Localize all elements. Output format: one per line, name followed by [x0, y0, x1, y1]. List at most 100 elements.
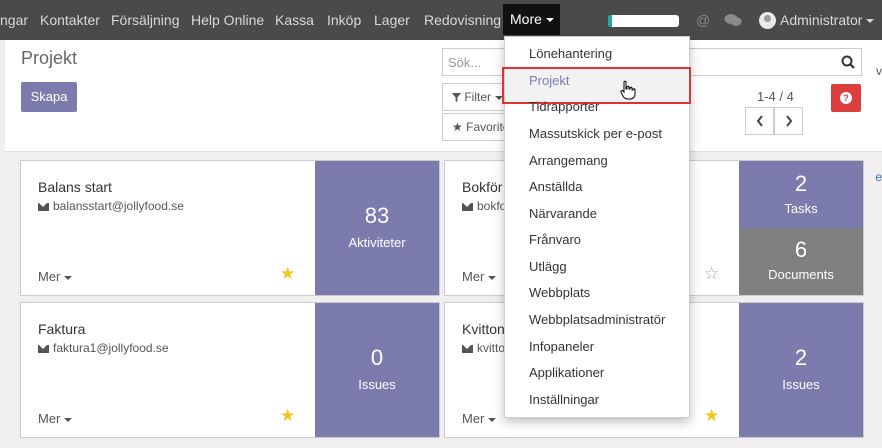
- more-dropdown[interactable]: Mer: [462, 269, 497, 284]
- stat-label: Tasks: [784, 201, 818, 216]
- stat-label: Documents: [768, 267, 834, 282]
- nav-item-help-online[interactable]: Help Online: [191, 0, 264, 40]
- favorite-star-icon[interactable]: ★: [704, 407, 719, 424]
- search-icon[interactable]: [841, 55, 855, 69]
- project-card[interactable]: Balans start balansstart@jollyfood.se Me…: [20, 160, 440, 296]
- documents-stat-button[interactable]: 6 Documents: [739, 228, 863, 295]
- nav-item-inventory[interactable]: Lager: [374, 0, 410, 40]
- hand-cursor-icon: [620, 80, 636, 100]
- user-avatar-icon[interactable]: [759, 12, 776, 29]
- project-email-text: faktura1@jollyfood.se: [53, 341, 169, 355]
- stat-value: 2: [794, 345, 808, 370]
- project-name: Faktura: [38, 321, 86, 337]
- edge-text: v: [876, 64, 882, 78]
- caret-down-icon: [488, 417, 497, 422]
- more-label: Mer: [462, 269, 485, 284]
- more-menu-button[interactable]: More: [503, 4, 560, 35]
- nav-item-settings-partial[interactable]: ngar: [0, 0, 28, 40]
- menu-item-events[interactable]: Arrangemang: [529, 153, 608, 168]
- envelope-icon: [462, 202, 473, 211]
- more-menu-label: More: [510, 11, 542, 27]
- more-dropdown[interactable]: Mer: [38, 411, 73, 426]
- more-label: Mer: [462, 411, 485, 426]
- progress-bar: [608, 15, 679, 27]
- caret-down-icon: [488, 275, 497, 280]
- project-email: kvitto: [462, 341, 505, 355]
- project-name: Kvitton: [462, 321, 505, 337]
- project-card[interactable]: Faktura faktura1@jollyfood.se Mer ★ 0 Is…: [20, 302, 440, 438]
- caret-down-icon: [866, 19, 875, 24]
- question-icon: ?: [840, 92, 852, 104]
- more-label: Mer: [38, 411, 61, 426]
- more-label: Mer: [38, 269, 61, 284]
- project-name: Bokför: [462, 179, 503, 195]
- stat-label: Aktiviteter: [348, 235, 406, 250]
- project-name: Balans start: [38, 179, 112, 195]
- activities-stat-button[interactable]: 83 Aktiviteter: [315, 161, 439, 295]
- menu-item-employees[interactable]: Anställda: [529, 179, 582, 194]
- progress-fill: [608, 15, 613, 27]
- help-button[interactable]: ?: [831, 84, 861, 112]
- nav-item-accounting[interactable]: Redovisning: [424, 0, 501, 40]
- pager-previous-button[interactable]: [745, 107, 774, 135]
- issues-stat-button[interactable]: 2 Issues: [739, 303, 863, 437]
- menu-item-website-admin[interactable]: Webbplatsadministratör: [529, 312, 665, 327]
- edge-text: e: [875, 170, 882, 184]
- project-email-text: balansstart@jollyfood.se: [53, 199, 184, 213]
- top-navbar: ngar Kontakter Försäljning Help Online K…: [0, 0, 882, 40]
- menu-item-apps[interactable]: Applikationer: [529, 365, 604, 380]
- filter-label: Filter: [464, 90, 492, 104]
- envelope-icon: [462, 344, 473, 353]
- nav-item-contacts[interactable]: Kontakter: [40, 0, 100, 40]
- favorite-star-icon[interactable]: ★: [280, 265, 295, 282]
- menu-item-mass-mailing[interactable]: Massutskick per e-post: [529, 126, 662, 141]
- menu-item-payroll[interactable]: Lönehantering: [529, 46, 612, 61]
- create-button[interactable]: Skapa: [21, 82, 77, 112]
- caret-down-icon: [64, 417, 73, 422]
- project-email-text: kvitto: [477, 341, 506, 355]
- envelope-icon: [38, 344, 49, 353]
- envelope-icon: [38, 202, 49, 211]
- chevron-left-icon: [756, 115, 763, 127]
- pager-value: 1-4 / 4: [757, 89, 794, 104]
- more-dropdown[interactable]: Mer: [38, 269, 73, 284]
- menu-item-dashboards[interactable]: Infopaneler: [529, 339, 594, 354]
- nav-item-purchases[interactable]: Inköp: [327, 0, 361, 40]
- at-icon[interactable]: @: [696, 0, 710, 40]
- pager-next-button[interactable]: [774, 107, 803, 135]
- chat-bubbles-icon[interactable]: [724, 13, 742, 27]
- menu-item-expenses[interactable]: Utlägg: [529, 259, 567, 274]
- caret-down-icon: [545, 18, 554, 23]
- favorites-button[interactable]: ★ Favorite: [442, 113, 512, 141]
- project-email: bokfo: [462, 199, 506, 213]
- stat-value: 0: [370, 345, 384, 370]
- user-menu[interactable]: Administrator: [780, 0, 875, 40]
- project-email: balansstart@jollyfood.se: [38, 199, 184, 213]
- menu-item-projects[interactable]: Projekt: [529, 73, 569, 88]
- menu-item-settings[interactable]: Inställningar: [529, 392, 599, 407]
- favorites-label: Favorite: [466, 120, 510, 134]
- stat-value: 6: [794, 237, 808, 262]
- favorite-star-icon[interactable]: ☆: [704, 265, 719, 282]
- stat-label: Issues: [782, 377, 820, 392]
- more-dropdown[interactable]: Mer: [462, 411, 497, 426]
- project-email-text: bokfo: [477, 199, 507, 213]
- search-placeholder: Sök...: [448, 55, 482, 70]
- menu-item-website[interactable]: Webbplats: [529, 285, 590, 300]
- tasks-stat-button[interactable]: 2 Tasks: [739, 161, 863, 228]
- menu-item-timesheets[interactable]: Tidrapporter: [529, 99, 599, 114]
- chevron-right-icon: [785, 115, 792, 127]
- funnel-icon: [452, 93, 461, 103]
- issues-stat-button[interactable]: 0 Issues: [315, 303, 439, 437]
- page-title: Projekt: [21, 48, 78, 68]
- project-email: faktura1@jollyfood.se: [38, 341, 169, 355]
- menu-item-attendance[interactable]: Närvarande: [529, 206, 597, 221]
- user-name: Administrator: [780, 12, 863, 28]
- favorite-star-icon[interactable]: ★: [280, 407, 295, 424]
- star-icon: ★: [452, 120, 463, 134]
- nav-item-sales[interactable]: Försäljning: [111, 0, 179, 40]
- menu-item-leaves[interactable]: Frånvaro: [529, 232, 581, 247]
- stat-value: 2: [794, 171, 808, 196]
- caret-down-icon: [64, 275, 73, 280]
- nav-item-cash[interactable]: Kassa: [275, 0, 314, 40]
